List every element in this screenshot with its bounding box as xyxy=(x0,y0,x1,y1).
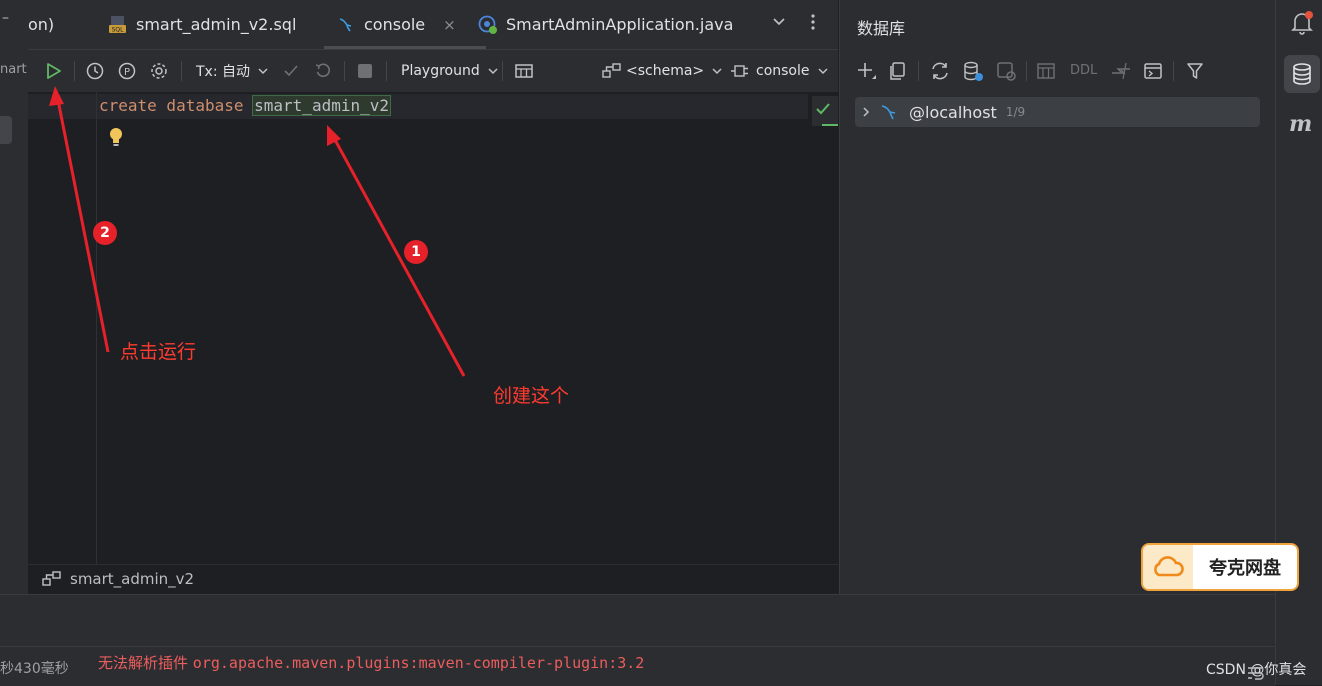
annotation-arrows xyxy=(49,86,466,377)
annotation-label-create: 创建这个 xyxy=(493,385,570,407)
quark-label: 夸克网盘 xyxy=(1209,558,1281,579)
annotation-badge-1: 1 xyxy=(404,240,428,264)
cloud-icon xyxy=(1143,545,1193,589)
annotation-badge-2: 2 xyxy=(93,221,117,245)
annotation-label-run: 点击运行 xyxy=(120,341,197,363)
quark-drive-floating-button[interactable]: 夸克网盘 xyxy=(1141,543,1299,591)
